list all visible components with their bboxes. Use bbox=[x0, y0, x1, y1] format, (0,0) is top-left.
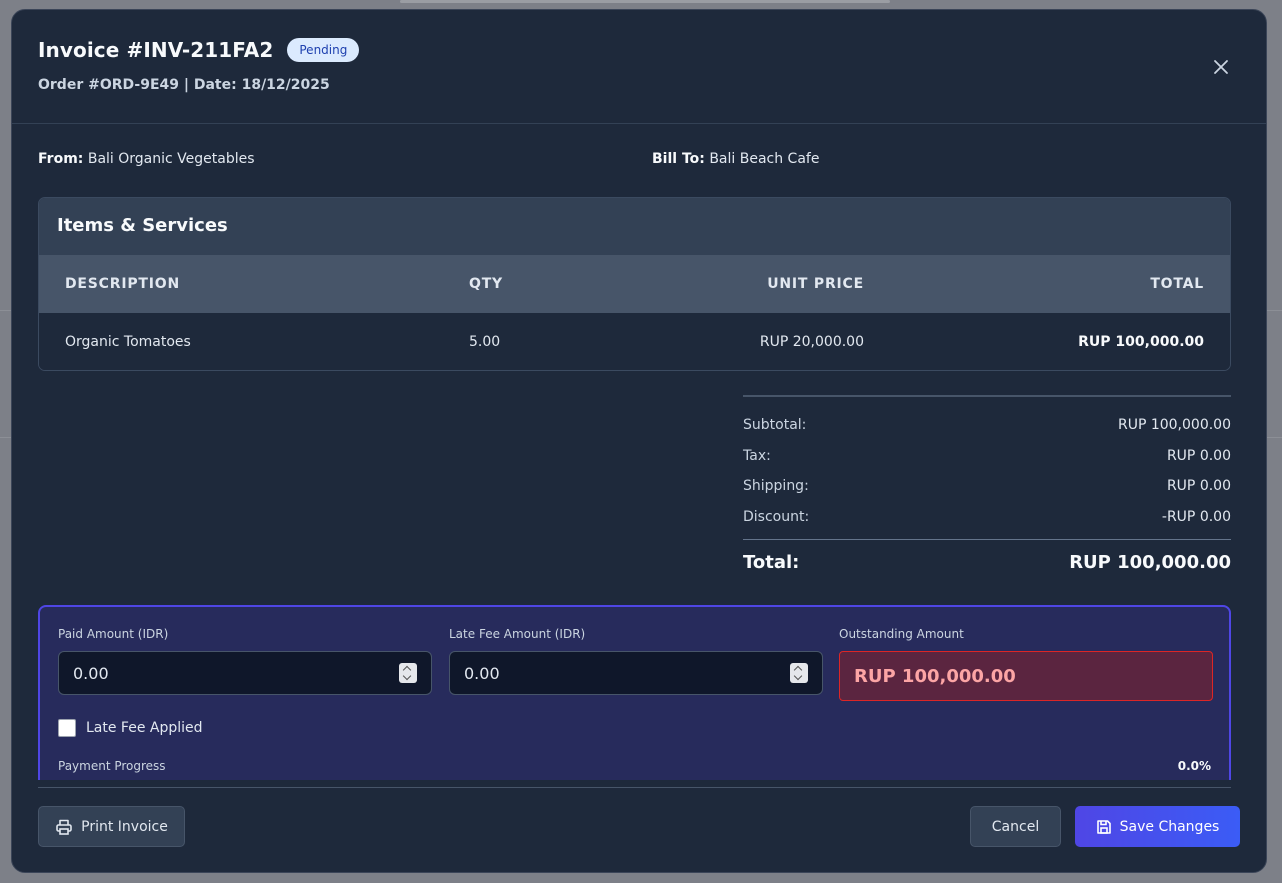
discount-row: Discount: -RUP 0.00 bbox=[743, 509, 1231, 540]
paid-amount-label: Paid Amount (IDR) bbox=[58, 627, 169, 641]
shipping-value: RUP 0.00 bbox=[1166, 478, 1231, 494]
cell-unit-price: RUP 20,000.00 bbox=[759, 333, 864, 350]
cell-description: Organic Tomatoes bbox=[65, 333, 191, 350]
discount-value: -RUP 0.00 bbox=[1161, 508, 1231, 525]
shipping-label: Shipping: bbox=[743, 478, 809, 494]
late-fee-amount-value: 0.00 bbox=[464, 663, 500, 683]
late-fee-amount-label: Late Fee Amount (IDR) bbox=[449, 627, 586, 641]
outstanding-amount-value: RUP 100,000.00 bbox=[854, 665, 1016, 687]
save-changes-button[interactable]: Save Changes bbox=[1075, 806, 1240, 847]
modal-header: Invoice #INV-211FA2 Pending Order #ORD-9… bbox=[12, 10, 1266, 124]
save-icon bbox=[1096, 819, 1111, 834]
title-row: Invoice #INV-211FA2 Pending bbox=[38, 38, 360, 62]
tax-row: Tax: RUP 0.00 bbox=[743, 448, 1231, 479]
outstanding-amount-label: Outstanding Amount bbox=[839, 627, 964, 641]
cell-qty: 5.00 bbox=[469, 333, 501, 350]
items-card: Items & Services DESCRIPTION QTY UNIT PR… bbox=[38, 197, 1231, 371]
cancel-button[interactable]: Cancel bbox=[970, 806, 1061, 847]
totals-divider bbox=[743, 395, 1231, 397]
cancel-label: Cancel bbox=[991, 818, 1040, 835]
grand-total-row: Total: RUP 100,000.00 bbox=[743, 552, 1231, 573]
close-button[interactable] bbox=[1210, 56, 1232, 78]
late-fee-amount-input[interactable]: 0.00 bbox=[449, 651, 823, 695]
late-fee-applied-label: Late Fee Applied bbox=[86, 720, 203, 736]
invoice-title: Invoice #INV-211FA2 bbox=[38, 38, 274, 62]
paid-amount-stepper[interactable] bbox=[399, 663, 417, 683]
close-icon bbox=[1214, 60, 1228, 74]
bill-to-value: Bali Beach Cafe bbox=[709, 151, 820, 167]
print-invoice-button[interactable]: Print Invoice bbox=[38, 806, 185, 847]
discount-label: Discount: bbox=[743, 508, 810, 525]
column-header-description: DESCRIPTION bbox=[65, 276, 180, 292]
invoice-subtitle: Order #ORD-9E49 | Date: 18/12/2025 bbox=[38, 77, 330, 93]
tax-value: RUP 0.00 bbox=[1166, 447, 1231, 464]
save-changes-label: Save Changes bbox=[1119, 818, 1220, 835]
payment-progress-label: Payment Progress bbox=[58, 759, 166, 773]
total-divider bbox=[743, 539, 1231, 540]
items-heading: Items & Services bbox=[39, 198, 1230, 255]
column-header-total: TOTAL bbox=[1150, 276, 1204, 292]
shipping-row: Shipping: RUP 0.00 bbox=[743, 478, 1231, 509]
subtotal-label: Subtotal: bbox=[743, 417, 807, 433]
from-label: From: bbox=[38, 151, 84, 167]
footer-divider bbox=[38, 787, 1231, 788]
bill-to-label: Bill To: bbox=[652, 151, 705, 167]
bill-to-party: Bill To: Bali Beach Cafe bbox=[652, 151, 819, 167]
printer-icon bbox=[56, 819, 72, 835]
table-header: DESCRIPTION QTY UNIT PRICE TOTAL bbox=[39, 255, 1230, 313]
late-fee-applied-row[interactable]: Late Fee Applied bbox=[58, 719, 203, 737]
from-value: Bali Organic Vegetables bbox=[87, 151, 255, 167]
table-row: Organic Tomatoes 5.00 RUP 20,000.00 RUP … bbox=[39, 313, 1230, 370]
tax-label: Tax: bbox=[743, 447, 771, 464]
late-fee-amount-stepper[interactable] bbox=[790, 663, 808, 683]
subtotal-row: Subtotal: RUP 100,000.00 bbox=[743, 417, 1231, 448]
outstanding-amount-field: RUP 100,000.00 bbox=[839, 651, 1213, 701]
payment-progress-value: 0.0% bbox=[1177, 759, 1211, 773]
paid-amount-value: 0.00 bbox=[73, 663, 109, 683]
paid-amount-input[interactable]: 0.00 bbox=[58, 651, 432, 695]
from-party: From: Bali Organic Vegetables bbox=[38, 151, 255, 167]
payment-panel: Paid Amount (IDR) 0.00 Late Fee Amount (… bbox=[38, 605, 1231, 780]
column-header-unit-price: UNIT PRICE bbox=[767, 276, 864, 292]
print-invoice-label: Print Invoice bbox=[81, 818, 168, 835]
cell-total: RUP 100,000.00 bbox=[1078, 333, 1204, 350]
totals-summary: Subtotal: RUP 100,000.00 Tax: RUP 0.00 S… bbox=[743, 395, 1231, 573]
invoice-modal: Invoice #INV-211FA2 Pending Order #ORD-9… bbox=[11, 9, 1267, 873]
status-badge: Pending bbox=[287, 38, 360, 62]
background-bar bbox=[400, 0, 890, 3]
late-fee-applied-checkbox[interactable] bbox=[58, 719, 76, 737]
total-label: Total: bbox=[743, 552, 800, 573]
total-value: RUP 100,000.00 bbox=[1069, 552, 1231, 573]
subtotal-value: RUP 100,000.00 bbox=[1117, 417, 1231, 433]
column-header-qty: QTY bbox=[469, 276, 503, 292]
